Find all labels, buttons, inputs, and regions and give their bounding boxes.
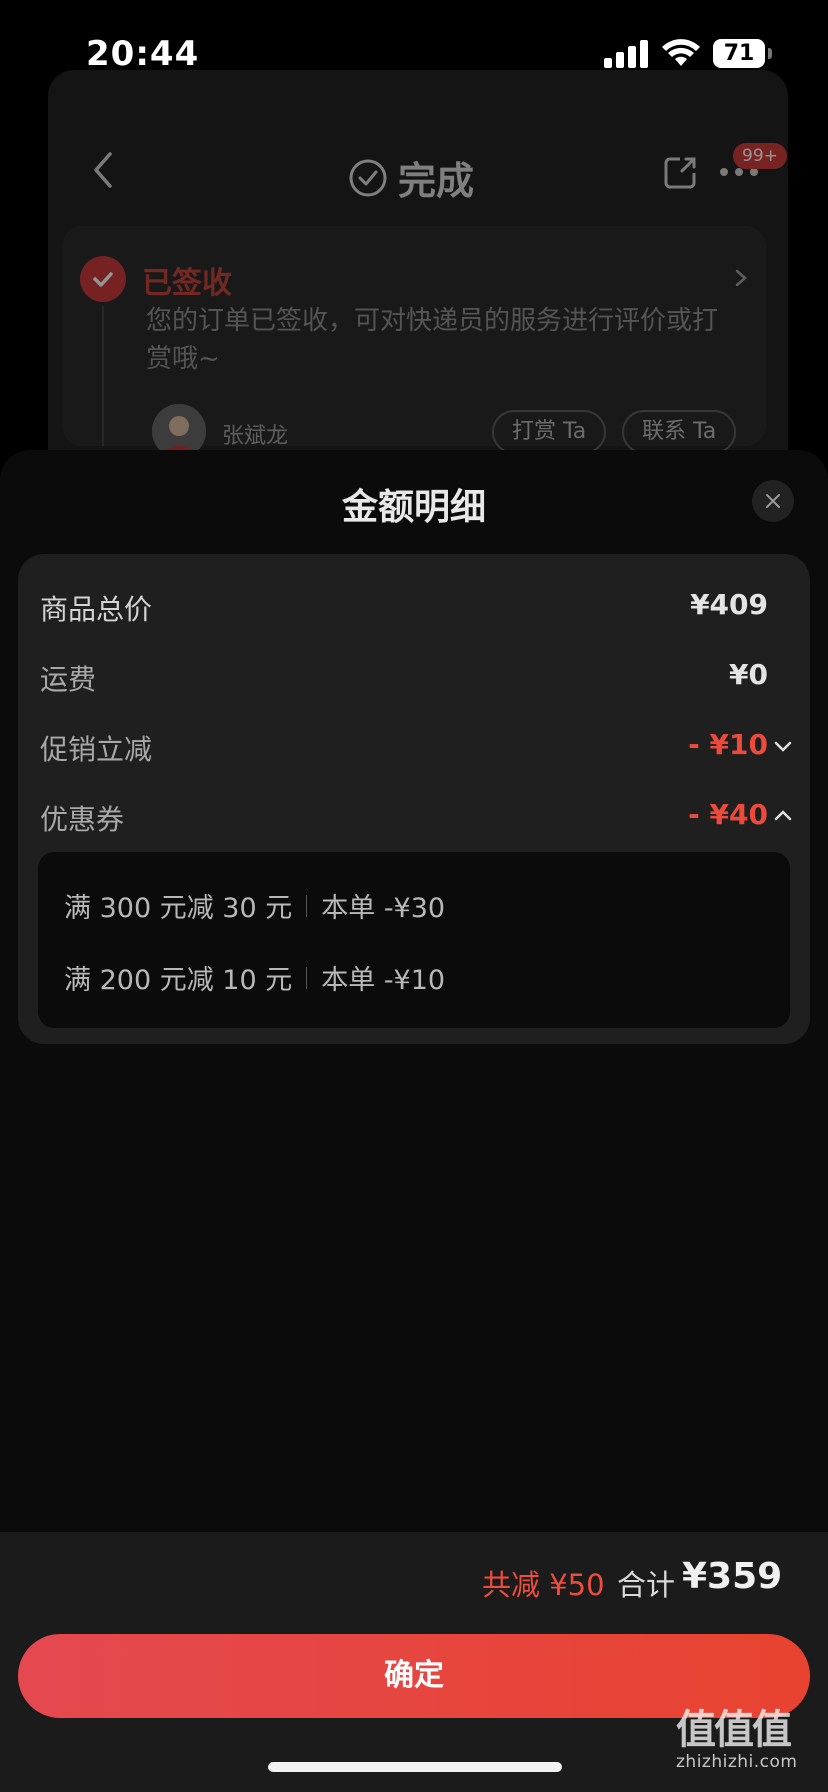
home-indicator[interactable]: [268, 1762, 562, 1772]
wifi-icon: [662, 39, 700, 66]
courier-name: 张斌龙: [222, 424, 289, 449]
back-icon[interactable]: [88, 150, 118, 190]
row-value-promotion[interactable]: - ¥10: [688, 728, 768, 761]
status-time: 20:44: [86, 34, 200, 74]
message-badge: 99+: [733, 143, 787, 169]
row-value-coupon[interactable]: - ¥40: [688, 798, 768, 831]
signal-icon: [604, 40, 648, 68]
watermark-url: zhizhizhi.com: [676, 1752, 798, 1772]
total-label: 合计: [617, 1568, 676, 1602]
page-title: 完成: [348, 150, 474, 205]
close-button[interactable]: [752, 480, 794, 522]
coupon-rule: 满 300 元减 30 元: [64, 893, 293, 924]
battery-icon: 71: [713, 39, 765, 68]
row-label-promotion: 促销立减: [40, 733, 153, 766]
signed-status-icon: [80, 256, 126, 302]
total-savings: 共减 ¥50: [482, 1568, 605, 1602]
row-value-goods-total: ¥409: [690, 588, 768, 621]
coupon-item: 满 300 元减 30 元 本单 -¥30: [64, 886, 445, 925]
total-value: ¥359: [682, 1556, 783, 1597]
watermark-logo: 值值值 zhizhizhi.com: [676, 1708, 822, 1772]
row-label-coupon: 优惠券: [40, 803, 125, 836]
share-icon[interactable]: [662, 155, 698, 191]
coupon-divider: [306, 966, 308, 989]
signed-status-description: 您的订单已签收，可对快递员的服务进行评价或打赏哦~: [146, 306, 719, 374]
check-icon: [93, 272, 113, 287]
coupon-item: 满 200 元减 10 元 本单 -¥10: [64, 958, 445, 997]
chevron-up-icon[interactable]: [773, 808, 793, 822]
row-value-shipping: ¥0: [729, 658, 768, 691]
coupon-rule: 满 200 元减 10 元: [64, 965, 293, 996]
coupon-divider: [306, 894, 308, 917]
watermark-glyphs: 值值值: [676, 1707, 792, 1753]
signed-status-title: 已签收: [142, 266, 232, 301]
timeline-line: [102, 306, 104, 446]
row-label-goods-total: 商品总价: [40, 593, 153, 626]
check-circle-icon: [349, 159, 387, 196]
chevron-right-icon[interactable]: [734, 268, 748, 288]
confirm-button[interactable]: 确定: [18, 1634, 810, 1718]
coupon-detail-box: [38, 852, 790, 1028]
chevron-down-icon[interactable]: [773, 740, 793, 754]
tip-courier-button[interactable]: 打赏 Ta: [492, 410, 607, 454]
contact-courier-button[interactable]: 联系 Ta: [622, 410, 737, 454]
coupon-applied: 本单 -¥30: [321, 893, 446, 924]
page-title-text: 完成: [398, 159, 475, 203]
sheet-title: 金额明细: [341, 487, 486, 528]
battery-nub: [768, 48, 772, 59]
coupon-applied: 本单 -¥10: [321, 965, 446, 996]
row-label-shipping: 运费: [40, 663, 97, 696]
close-icon: [766, 494, 780, 508]
